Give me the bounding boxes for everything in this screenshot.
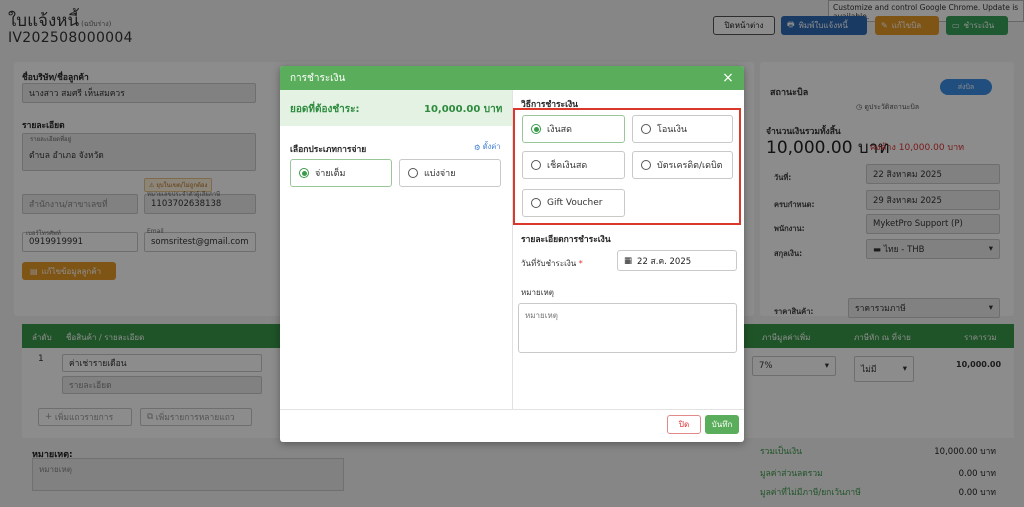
pay-type-label: เลือกประเภทการจ่าย [290,145,367,155]
pay-full-label: จ่ายเต็ม [315,169,346,179]
payment-modal: การชำระเงิน × ยอดที่ต้องชำระ: 10,000.00 … [280,66,744,442]
pay-split-label: แบ่งจ่าย [424,169,456,179]
amount-due-value: 10,000.00 บาท [424,104,503,115]
radio-selected-icon [299,168,309,178]
remark-input[interactable] [518,303,737,353]
calendar-icon: ▦ [624,255,633,266]
required-mark: * [578,259,583,268]
payment-date-input[interactable]: ▦ 22 ส.ค. 2025 [617,250,737,271]
payment-date-label-text: วันที่รับชำระเงิน [521,259,577,268]
radio-icon [531,198,541,208]
method-cash-label: เงินสด [547,125,572,135]
amount-due-bar: ยอดที่ต้องชำระ: 10,000.00 บาท [280,90,512,126]
radio-icon [408,168,418,178]
remark-label: หมายเหตุ [521,288,554,297]
save-button[interactable]: บันทึก [705,415,739,434]
close-icon[interactable]: × [720,70,736,86]
settings-link[interactable]: ⚙ ตั้งค่า [474,141,501,153]
method-card[interactable]: บัตรเครดิต/เดบิต [632,151,733,179]
radio-icon [531,160,541,170]
pay-full-option[interactable]: จ่ายเต็ม [290,159,392,187]
method-gift-voucher[interactable]: Gift Voucher [522,189,625,217]
amount-due-label: ยอดที่ต้องชำระ: [290,104,360,115]
method-transfer[interactable]: โอนเงิน [632,115,733,143]
payment-date-label: วันที่รับชำระเงิน * [521,257,583,270]
method-cheque[interactable]: เช็คเงินสด [522,151,625,179]
cancel-button[interactable]: ปิด [667,415,701,434]
method-card-label: บัตรเครดิต/เดบิต [657,161,723,171]
method-cash[interactable]: เงินสด [522,115,625,143]
settings-label: ตั้งค่า [482,142,501,151]
modal-header: การชำระเงิน × [280,66,744,90]
radio-selected-icon [531,124,541,134]
pay-split-option[interactable]: แบ่งจ่าย [399,159,501,187]
payment-date-value: 22 ส.ค. 2025 [637,256,692,267]
method-transfer-label: โอนเงิน [657,125,688,135]
radio-icon [641,124,651,134]
payment-detail-label: รายละเอียดการชำระเงิน [521,235,611,245]
radio-icon [641,160,651,170]
method-gift-voucher-label: Gift Voucher [547,198,603,208]
method-cheque-label: เช็คเงินสด [547,161,588,171]
footer-divider [280,409,744,410]
modal-title: การชำระเงิน [290,72,346,84]
gear-icon: ⚙ [474,142,481,152]
